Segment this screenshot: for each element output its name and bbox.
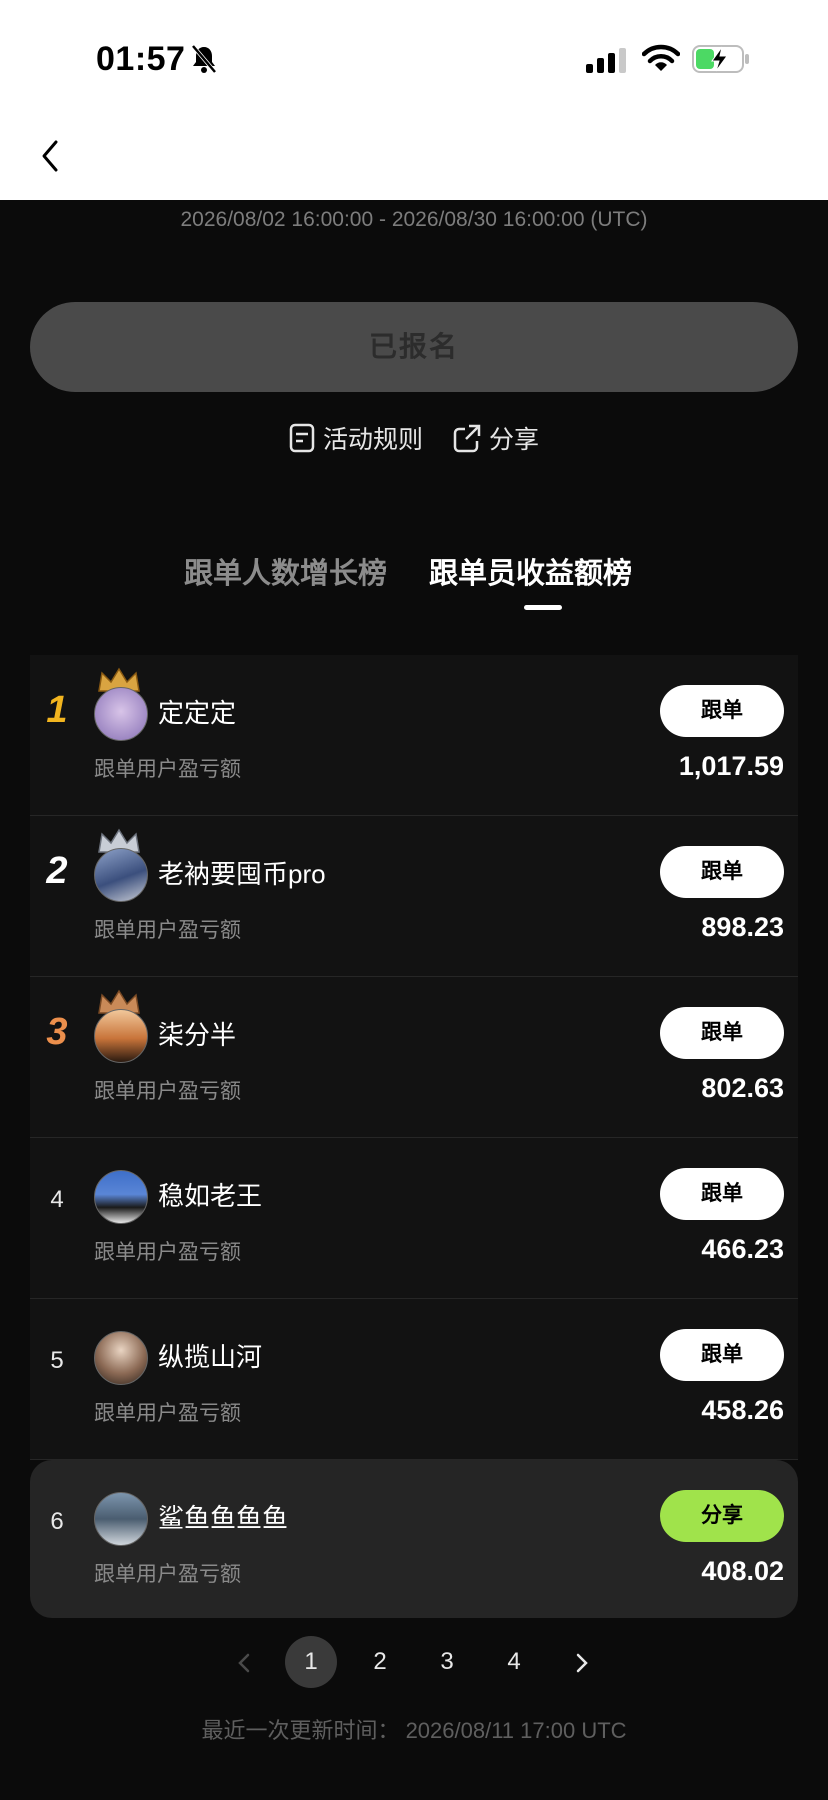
rank-number: 3: [46, 1011, 68, 1053]
avatar: [94, 1009, 148, 1063]
trader-name: 老衲要囤币pro: [158, 859, 326, 889]
metric-label: 跟单用户盈亏额: [94, 919, 241, 942]
tab-follower-growth[interactable]: 跟单人数增长榜: [184, 550, 387, 592]
event-links: 活动规则 分享: [0, 420, 828, 456]
rank-number: 4: [50, 1186, 64, 1213]
trader-name: 柒分半: [158, 1020, 237, 1050]
pagination: 1 2 3 4: [0, 1636, 828, 1688]
page-4-button[interactable]: 4: [488, 1636, 540, 1688]
back-icon[interactable]: [36, 138, 64, 174]
follow-button[interactable]: 跟单: [660, 1329, 784, 1381]
leaderboard-row: 5 纵揽山河 跟单用户盈亏额 跟单 458.26: [30, 1299, 798, 1460]
page-2-button[interactable]: 2: [354, 1636, 406, 1688]
follow-button[interactable]: 跟单: [660, 846, 784, 898]
trader-name: 纵揽山河: [158, 1342, 263, 1372]
cellular-signal-icon: [586, 48, 626, 73]
tab-trader-earnings[interactable]: 跟单员收益额榜: [429, 550, 632, 592]
chevron-left-icon: [238, 1653, 250, 1672]
rank-number: 2: [46, 850, 68, 892]
event-date-range: 2026/08/02 16:00:00 - 2026/08/30 16:00:0…: [180, 208, 648, 231]
registered-button[interactable]: 已报名: [30, 302, 798, 392]
document-icon: [289, 423, 315, 453]
avatar: [94, 1331, 148, 1385]
pnl-value: 1,017.59: [678, 751, 784, 781]
next-page-button[interactable]: [556, 1636, 608, 1688]
wifi-icon: [642, 44, 680, 71]
battery-charging-icon: [692, 45, 749, 73]
leaderboard-row: 2 老衲要囤币pro 跟单用户盈亏额 跟单 898.23: [30, 816, 798, 977]
avatar: [94, 848, 148, 902]
trader-name: 定定定: [158, 698, 237, 728]
pnl-value: 898.23: [701, 912, 784, 942]
rules-link[interactable]: 活动规则: [289, 420, 423, 456]
status-bar: 01:57: [0, 0, 828, 200]
avatar: [94, 687, 148, 741]
share-external-icon: [453, 424, 481, 453]
bell-muted-icon: [191, 44, 217, 74]
last-updated-text: 最近一次更新时间： 2026/08/11 17:00 UTC: [201, 1718, 627, 1743]
share-link[interactable]: 分享: [453, 420, 539, 456]
rank-number: 6: [50, 1508, 64, 1535]
leaderboard-tabs: 跟单人数增长榜 跟单员收益额榜: [0, 550, 828, 610]
leaderboard-list: 1 定定定 跟单用户盈亏额 跟单 1,017.59 2 老衲要囤币pro 跟单用…: [30, 655, 798, 1618]
chevron-right-icon: [576, 1653, 588, 1672]
metric-label: 跟单用户盈亏额: [94, 1080, 241, 1103]
share-link-label: 分享: [489, 426, 540, 454]
leaderboard-row: 1 定定定 跟单用户盈亏额 跟单 1,017.59: [30, 655, 798, 816]
follow-button[interactable]: 跟单: [660, 685, 784, 737]
leaderboard-row: 4 稳如老王 跟单用户盈亏额 跟单 466.23: [30, 1138, 798, 1299]
metric-label: 跟单用户盈亏额: [94, 758, 241, 781]
rank-number: 1: [46, 689, 68, 731]
trader-name: 稳如老王: [158, 1181, 263, 1211]
avatar: [94, 1170, 148, 1224]
pnl-value: 458.26: [701, 1395, 784, 1425]
avatar: [94, 1492, 148, 1546]
pnl-value: 802.63: [701, 1073, 784, 1103]
metric-label: 跟单用户盈亏额: [94, 1402, 241, 1425]
rank-number: 5: [50, 1347, 64, 1374]
prev-page-button[interactable]: [218, 1636, 270, 1688]
follow-button[interactable]: 跟单: [660, 1168, 784, 1220]
status-time: 01:57: [96, 40, 186, 78]
my-ranking-row: 6 鲨鱼鱼鱼鱼 跟单用户盈亏额 分享 408.02: [30, 1460, 798, 1618]
trader-name: 鲨鱼鱼鱼鱼: [158, 1503, 289, 1533]
page-3-button[interactable]: 3: [421, 1636, 473, 1688]
pnl-value: 466.23: [701, 1234, 784, 1264]
leaderboard-row: 3 柒分半 跟单用户盈亏额 跟单 802.63: [30, 977, 798, 1138]
pnl-value: 408.02: [701, 1556, 784, 1586]
share-button[interactable]: 分享: [660, 1490, 784, 1542]
page-1-button[interactable]: 1: [285, 1636, 337, 1688]
active-tab-indicator: [524, 605, 562, 610]
metric-label: 跟单用户盈亏额: [94, 1241, 241, 1264]
metric-label: 跟单用户盈亏额: [94, 1563, 241, 1586]
follow-button[interactable]: 跟单: [660, 1007, 784, 1059]
rules-link-label: 活动规则: [322, 426, 423, 454]
